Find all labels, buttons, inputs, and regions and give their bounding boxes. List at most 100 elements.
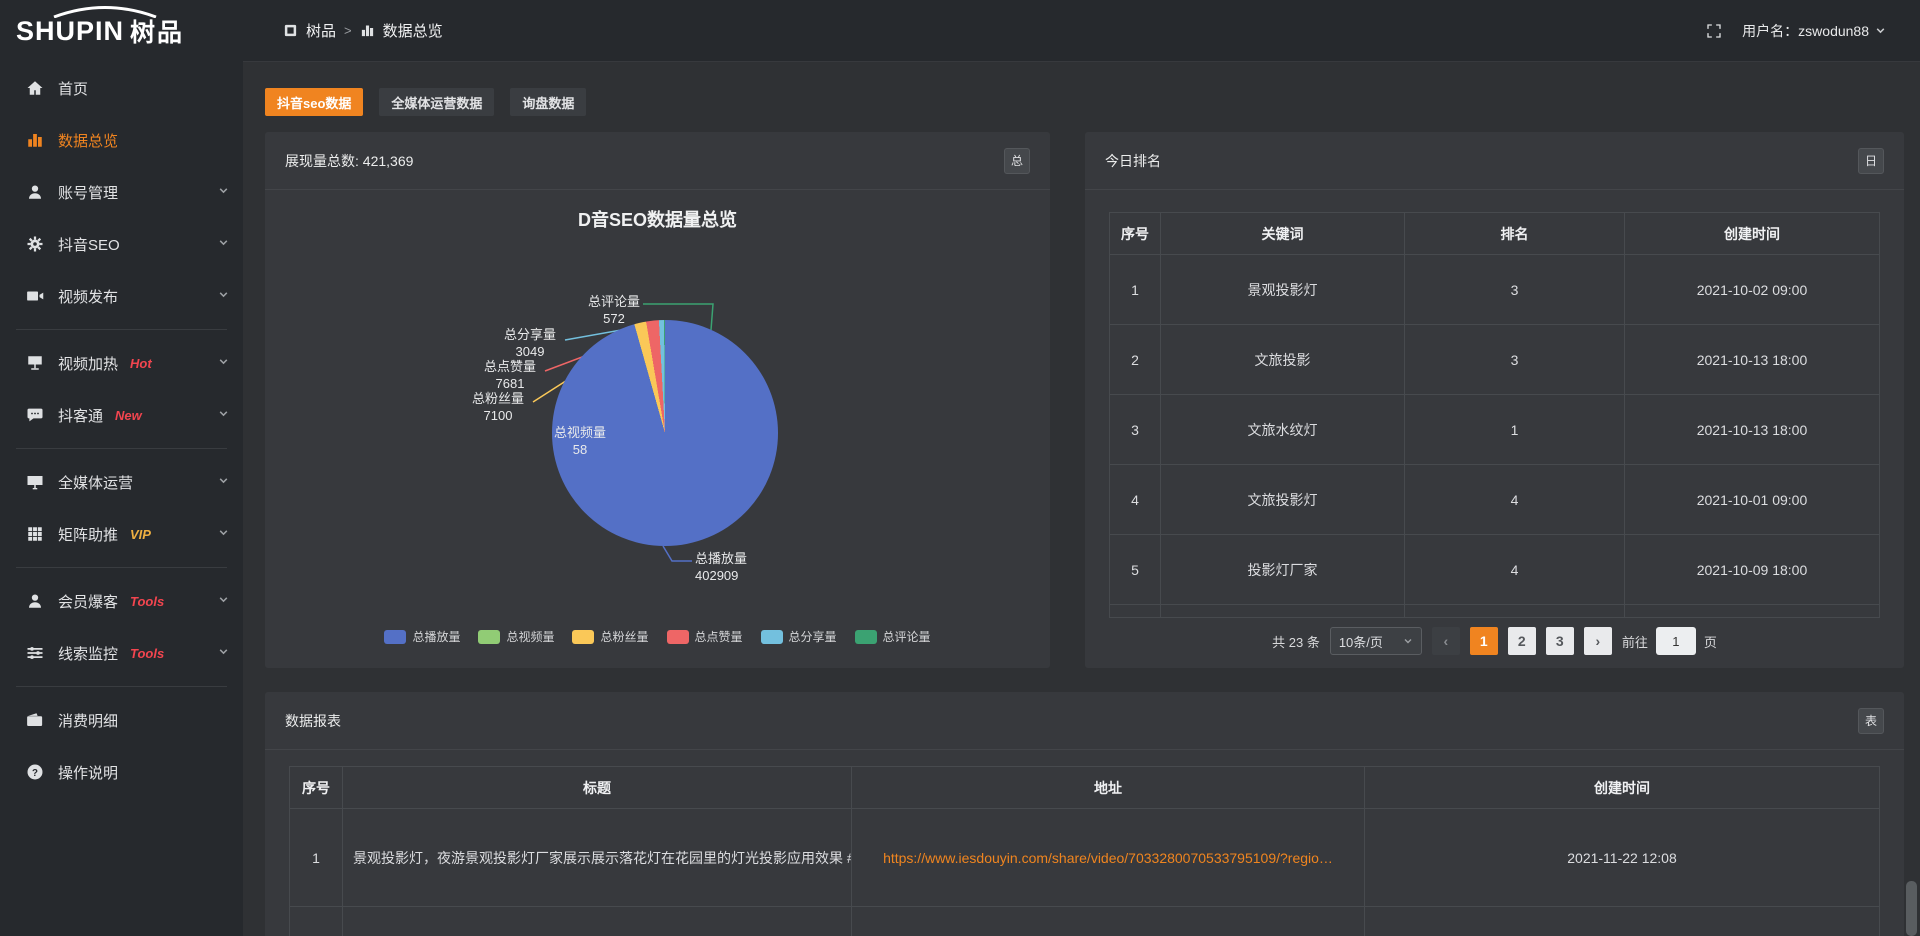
chevron-down-icon bbox=[218, 473, 229, 491]
sidebar-divider bbox=[16, 686, 227, 687]
report-table: 序号 标题 地址 创建时间 1 景观投影灯，夜游景观投影灯厂家展示展示落花灯在花… bbox=[289, 766, 1880, 936]
sliders-icon bbox=[26, 644, 44, 662]
next-page-button[interactable]: › bbox=[1584, 627, 1612, 655]
legend-swatch bbox=[667, 630, 689, 644]
sidebar: SHUPIN 树品 首页 数据总览 账号管理 抖音SEO bbox=[0, 0, 243, 936]
breadcrumb-root[interactable]: 树品 bbox=[306, 20, 336, 41]
data-report-card: 数据报表 表 序号 标题 地址 创建时间 1 景观投影灯，夜游景观投影灯厂家展示… bbox=[265, 692, 1904, 936]
report-row-link[interactable]: https://www.iesdouyin.com/share/video/70… bbox=[883, 850, 1333, 866]
page-button-1[interactable]: 1 bbox=[1470, 627, 1498, 655]
table-header-row: 序号 关键词 排名 创建时间 bbox=[1110, 213, 1880, 255]
topbar: 树品 > 数据总览 用户名：zswodun88 bbox=[243, 0, 1920, 62]
col-keyword: 关键词 bbox=[1161, 213, 1405, 255]
topbar-right: 用户名：zswodun88 bbox=[1706, 21, 1886, 41]
chevron-down-icon bbox=[218, 644, 229, 662]
sidebar-item-help[interactable]: ? 操作说明 bbox=[0, 746, 243, 798]
legend-item-fans[interactable]: 总粉丝量 bbox=[572, 628, 648, 645]
wallet-icon bbox=[26, 711, 44, 729]
tab-douyin-seo[interactable]: 抖音seo数据 bbox=[265, 88, 363, 116]
help-icon: ? bbox=[26, 763, 44, 781]
impressions-card: 展现量总数: 421,369 总 D音SEO数据量总览 总评论量572 总分 bbox=[265, 132, 1050, 668]
tab-all-media[interactable]: 全媒体运营数据 bbox=[379, 88, 494, 116]
col-url: 地址 bbox=[852, 767, 1365, 809]
gear-icon bbox=[26, 235, 44, 253]
sidebar-item-lead-monitor[interactable]: 线索监控 Tools bbox=[0, 627, 243, 679]
sidebar-divider bbox=[16, 567, 227, 568]
pie-label-fans: 总粉丝量7100 bbox=[463, 390, 533, 424]
vertical-scrollbar-thumb[interactable] bbox=[1906, 881, 1917, 936]
sidebar-item-label: 矩阵助推 bbox=[58, 524, 118, 545]
table-row: 1 景观投影灯，夜游景观投影灯厂家展示展示落花灯在花园里的灯光投影应用效果 # … bbox=[290, 809, 1880, 907]
col-index: 序号 bbox=[290, 767, 343, 809]
col-index: 序号 bbox=[1110, 213, 1161, 255]
legend-swatch bbox=[478, 630, 500, 644]
chevron-down-icon bbox=[218, 525, 229, 543]
sidebar-item-douketong[interactable]: 抖客通 New bbox=[0, 389, 243, 441]
col-created: 创建时间 bbox=[1365, 767, 1880, 809]
fullscreen-icon[interactable] bbox=[1706, 23, 1722, 39]
page-size-select[interactable]: 10条/页 bbox=[1330, 627, 1422, 655]
data-tabs: 抖音seo数据 全媒体运营数据 询盘数据 bbox=[265, 88, 1904, 116]
sidebar-item-video-heat[interactable]: 视频加热 Hot bbox=[0, 337, 243, 389]
table-row: 5 投影灯厂家 4 2021-10-09 18:00 bbox=[1110, 535, 1880, 605]
page-button-2[interactable]: 2 bbox=[1508, 627, 1536, 655]
sidebar-item-video-publish[interactable]: 视频发布 bbox=[0, 270, 243, 322]
logo-text-en: SHUPIN bbox=[16, 16, 124, 47]
monitor-icon bbox=[26, 473, 44, 491]
legend-item-videos[interactable]: 总视频量 bbox=[478, 628, 554, 645]
pie-label-plays: 总播放量402909 bbox=[695, 550, 785, 584]
prev-page-button[interactable]: ‹ bbox=[1432, 627, 1460, 655]
new-badge: New bbox=[115, 408, 142, 423]
username-text: 用户名：zswodun88 bbox=[1742, 21, 1869, 41]
bar-chart-icon bbox=[26, 131, 44, 149]
legend-swatch bbox=[572, 630, 594, 644]
sidebar-item-label: 数据总览 bbox=[58, 130, 118, 151]
sidebar-item-consumption[interactable]: 消费明细 bbox=[0, 694, 243, 746]
pie-label-comments: 总评论量572 bbox=[579, 293, 649, 327]
sidebar-item-douyin-seo[interactable]: 抖音SEO bbox=[0, 218, 243, 270]
sidebar-item-label: 首页 bbox=[58, 78, 88, 99]
sidebar-item-matrix-boost[interactable]: 矩阵助推 VIP bbox=[0, 508, 243, 560]
sidebar-item-all-media[interactable]: 全媒体运营 bbox=[0, 456, 243, 508]
chat-icon bbox=[26, 406, 44, 424]
legend-swatch bbox=[384, 630, 406, 644]
breadcrumb-separator: > bbox=[344, 23, 352, 38]
logo-arc-icon bbox=[50, 4, 160, 18]
legend-item-shares[interactable]: 总分享量 bbox=[761, 628, 837, 645]
tab-inquiry[interactable]: 询盘数据 bbox=[510, 88, 586, 116]
ranking-title: 今日排名 bbox=[1105, 151, 1161, 171]
sidebar-item-account[interactable]: 账号管理 bbox=[0, 166, 243, 218]
legend-item-likes[interactable]: 总点赞量 bbox=[667, 628, 743, 645]
table-corner-button[interactable]: 表 bbox=[1858, 708, 1884, 734]
sidebar-item-label: 视频加热 bbox=[58, 353, 118, 374]
legend-item-comments[interactable]: 总评论量 bbox=[855, 628, 931, 645]
table-row: 3 文旅水纹灯 1 2021-10-13 18:00 bbox=[1110, 395, 1880, 465]
sidebar-item-label: 视频发布 bbox=[58, 286, 118, 307]
user-icon bbox=[26, 183, 44, 201]
sidebar-item-home[interactable]: 首页 bbox=[0, 62, 243, 114]
table-row: 2 文旅投影 3 2021-10-13 18:00 bbox=[1110, 325, 1880, 395]
chevron-down-icon bbox=[218, 287, 229, 305]
day-corner-button[interactable]: 日 bbox=[1858, 148, 1884, 174]
sidebar-item-member-baoke[interactable]: 会员爆客 Tools bbox=[0, 575, 243, 627]
pie-label-shares: 总分享量3049 bbox=[495, 326, 565, 360]
legend-item-plays[interactable]: 总播放量 bbox=[384, 628, 460, 645]
sidebar-item-label: 全媒体运营 bbox=[58, 472, 133, 493]
total-corner-button[interactable]: 总 bbox=[1004, 148, 1030, 174]
legend-swatch bbox=[855, 630, 877, 644]
pie-label-videos: 总视频量58 bbox=[545, 424, 615, 458]
report-row-title: 景观投影灯，夜游景观投影灯厂家展示展示落花灯在花园里的灯光投影应用效果 # bbox=[343, 809, 852, 907]
video-icon bbox=[26, 287, 44, 305]
goto-page-input[interactable] bbox=[1656, 627, 1696, 655]
sidebar-nav: 首页 数据总览 账号管理 抖音SEO 视频发布 bbox=[0, 62, 243, 798]
page-button-3[interactable]: 3 bbox=[1546, 627, 1574, 655]
report-title: 数据报表 bbox=[285, 711, 341, 731]
sidebar-item-data-overview[interactable]: 数据总览 bbox=[0, 114, 243, 166]
sidebar-item-label: 操作说明 bbox=[58, 762, 118, 783]
impressions-total-title: 展现量总数: 421,369 bbox=[285, 151, 413, 171]
table-row: 4 文旅投影灯 4 2021-10-01 09:00 bbox=[1110, 465, 1880, 535]
table-header-row: 序号 标题 地址 创建时间 bbox=[290, 767, 1880, 809]
username-menu[interactable]: 用户名：zswodun88 bbox=[1742, 21, 1886, 41]
pie-chart: D音SEO数据量总览 总评论量572 总分享量3049 总点赞量7681 bbox=[265, 190, 1050, 668]
vip-badge: VIP bbox=[130, 527, 151, 542]
